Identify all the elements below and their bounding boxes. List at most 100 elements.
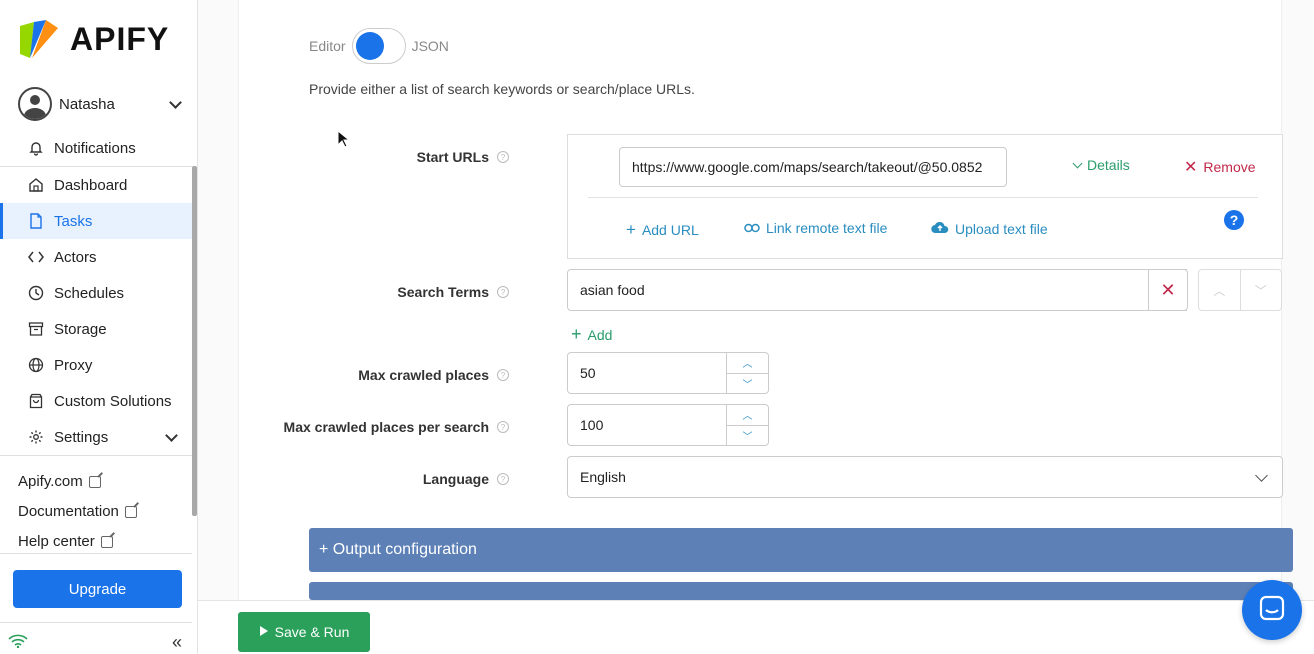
- divider: [0, 553, 192, 554]
- save-and-run-button[interactable]: Save & Run: [238, 612, 370, 652]
- sidebar-item-schedules[interactable]: Schedules: [0, 275, 192, 311]
- sidebar-item-label: Notifications: [54, 139, 136, 157]
- input-panel: Editor JSON Provide either a list of sea…: [238, 0, 1293, 600]
- search-term-input[interactable]: [567, 269, 1187, 311]
- sidebar-item-label: Storage: [54, 320, 107, 338]
- max-crawled-per-search-input[interactable]: 100 ︿ ﹀: [567, 404, 769, 446]
- save-run-label: Save & Run: [274, 624, 350, 640]
- sidebar-item-storage[interactable]: Storage: [0, 311, 192, 347]
- move-down-icon[interactable]: ﹀: [1241, 270, 1282, 310]
- mouse-cursor-icon: [337, 129, 351, 153]
- plus-icon: +: [571, 324, 582, 344]
- decrement-icon[interactable]: ﹀: [727, 426, 768, 446]
- increment-icon[interactable]: ︿: [727, 405, 768, 426]
- sidebar-item-label: Settings: [54, 428, 109, 446]
- link-remote-file-button[interactable]: Link remote text file: [744, 220, 887, 236]
- file-icon: [27, 212, 45, 230]
- home-icon: [27, 176, 45, 194]
- external-link-icon: [88, 475, 101, 488]
- user-menu[interactable]: Natasha: [18, 86, 188, 122]
- number-stepper: ︿ ﹀: [726, 405, 768, 445]
- input-hint: Provide either a list of search keywords…: [309, 81, 695, 97]
- globe-icon: [27, 356, 45, 374]
- sidebar-item-actors[interactable]: Actors: [0, 239, 192, 275]
- collapsed-section[interactable]: [309, 582, 1293, 600]
- main-content: Editor JSON Provide either a list of sea…: [198, 0, 1314, 654]
- link-label: Documentation: [18, 503, 119, 520]
- sidebar-item-dashboard[interactable]: Dashboard: [0, 167, 192, 203]
- question-icon[interactable]: ?: [497, 421, 509, 433]
- external-link-icon: [100, 535, 113, 548]
- wifi-icon: [8, 634, 28, 651]
- sidebar-scrollbar[interactable]: [192, 166, 197, 516]
- editor-label: Editor: [309, 38, 346, 54]
- remove-url-button[interactable]: ✕ Remove: [1184, 157, 1256, 177]
- add-url-button[interactable]: + Add URL: [626, 220, 699, 240]
- help-icon[interactable]: ?: [1224, 210, 1244, 230]
- search-terms-label: Search Terms: [397, 284, 489, 300]
- max-crawled-places-label: Max crawled places: [358, 367, 489, 383]
- link-documentation[interactable]: Documentation: [18, 503, 137, 520]
- add-search-term-button[interactable]: + Add: [571, 324, 612, 345]
- divider: [0, 455, 192, 456]
- divider: [588, 197, 1258, 198]
- sidebar-item-label: Actors: [54, 248, 97, 266]
- toggle-knob: [355, 32, 384, 60]
- language-select[interactable]: English: [567, 456, 1283, 498]
- sidebar-item-label: Custom Solutions: [54, 392, 172, 410]
- reorder-buttons: ︿ ﹀: [1198, 269, 1282, 311]
- sidebar-item-tasks[interactable]: Tasks: [0, 203, 192, 239]
- link-remote-label: Link remote text file: [766, 220, 888, 236]
- start-url-input[interactable]: [619, 147, 1007, 187]
- chevron-down-icon: [1072, 158, 1083, 168]
- sidebar-item-custom-solutions[interactable]: Custom Solutions: [0, 383, 192, 419]
- brand-name: APIFY: [70, 20, 170, 57]
- upload-file-button[interactable]: Upload text file: [931, 220, 1048, 237]
- chat-support-button[interactable]: [1242, 580, 1302, 640]
- code-icon: [27, 248, 45, 266]
- gear-icon: [27, 428, 45, 446]
- bag-icon: [27, 392, 45, 410]
- upgrade-button[interactable]: Upgrade: [13, 570, 182, 608]
- input-value: 100: [580, 417, 604, 433]
- output-configuration-section[interactable]: + Output configuration: [309, 528, 1293, 572]
- apify-logo[interactable]: APIFY: [18, 18, 169, 60]
- question-icon[interactable]: ?: [497, 286, 509, 298]
- editor-mode-switch: Editor JSON: [309, 28, 449, 64]
- sidebar-item-proxy[interactable]: Proxy: [0, 347, 192, 383]
- link-label: Apify.com: [18, 473, 83, 490]
- editor-json-toggle[interactable]: [351, 28, 406, 64]
- cloud-upload-icon: [931, 220, 949, 237]
- upload-label: Upload text file: [955, 220, 1048, 237]
- input-value: 50: [580, 365, 596, 381]
- sidebar-item-label: Proxy: [54, 356, 93, 374]
- question-icon[interactable]: ?: [497, 369, 509, 381]
- decrement-icon[interactable]: ﹀: [727, 374, 768, 394]
- link-icon: [744, 220, 760, 236]
- move-up-icon[interactable]: ︿: [1199, 270, 1241, 310]
- selected-value: English: [580, 469, 626, 485]
- close-icon: ✕: [1184, 159, 1198, 176]
- link-apify-com[interactable]: Apify.com: [18, 473, 101, 490]
- start-urls-label: Start URLs: [416, 149, 489, 165]
- chevron-down-icon: [165, 428, 178, 442]
- clear-search-term-button[interactable]: ✕: [1148, 269, 1188, 311]
- archive-icon: [27, 320, 45, 338]
- plus-icon: +: [626, 220, 636, 239]
- user-name: Natasha: [59, 95, 115, 113]
- question-icon[interactable]: ?: [497, 151, 509, 163]
- sidebar-item-settings[interactable]: Settings: [0, 419, 192, 455]
- question-icon[interactable]: ?: [497, 473, 509, 485]
- collapse-sidebar-icon[interactable]: «: [172, 633, 182, 651]
- link-help-center[interactable]: Help center: [18, 533, 113, 550]
- bell-icon: [27, 139, 45, 157]
- max-crawled-places-input[interactable]: 50 ︿ ﹀: [567, 352, 769, 394]
- details-button[interactable]: Details: [1072, 157, 1130, 173]
- sidebar-item-label: Schedules: [54, 284, 125, 302]
- increment-icon[interactable]: ︿: [727, 353, 768, 374]
- chevron-down-icon: [169, 95, 182, 109]
- play-icon: [259, 624, 269, 640]
- sidebar-item-notifications[interactable]: Notifications: [0, 130, 192, 166]
- bottom-action-bar: Save & Run: [198, 600, 1314, 654]
- add-label: Add: [587, 326, 613, 343]
